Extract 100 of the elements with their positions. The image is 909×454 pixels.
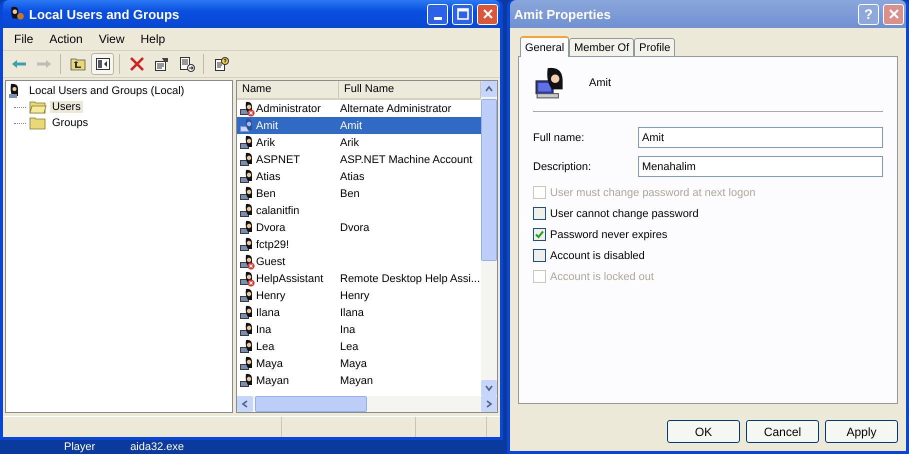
user-name: Atias: [256, 170, 280, 182]
close-icon: [888, 8, 900, 20]
user-icon: [239, 134, 255, 150]
user-name: Lea: [256, 340, 274, 352]
taskbar-label[interactable]: aida32.exe: [130, 441, 184, 453]
user-name: Ina: [256, 324, 272, 336]
menu-item[interactable]: Help: [134, 30, 172, 48]
user-name: Henry: [256, 290, 286, 302]
list-row[interactable]: Ina Ina: [237, 321, 481, 338]
folder-icon: [29, 116, 47, 130]
user-icon: [239, 118, 255, 134]
user-name-label: Amit: [589, 77, 611, 89]
menu-item[interactable]: File: [7, 30, 40, 48]
down-chevron-icon: [485, 384, 493, 392]
menu-item[interactable]: View: [92, 30, 132, 48]
tab[interactable]: Profile: [634, 38, 676, 56]
user-name: Mayan: [256, 374, 290, 386]
full-name: Remote Desktop Help Assi...: [340, 272, 480, 284]
tree-item[interactable]: Users: [50, 101, 83, 113]
dialog-button[interactable]: Apply: [825, 420, 898, 443]
text-field[interactable]: Menahalim: [638, 156, 883, 177]
user-icon: [239, 322, 255, 338]
maximize-icon: [456, 8, 468, 20]
list-row[interactable]: Arik Arik: [237, 134, 481, 151]
full-name: Dvora: [340, 222, 370, 234]
list-row[interactable]: Dvora Dvora: [237, 219, 481, 236]
close-icon: [482, 8, 494, 20]
tab[interactable]: Member Of: [569, 38, 634, 56]
text-field[interactable]: Amit: [638, 127, 883, 148]
list-row[interactable]: Mayan Mayan: [237, 372, 481, 389]
vertical-scrollbar[interactable]: [481, 81, 497, 396]
field-label: Full name:: [533, 132, 586, 144]
user-name: ASPNET: [256, 154, 300, 166]
dialog-button[interactable]: OK: [667, 420, 740, 443]
list-row[interactable]: Ilana Ilana: [237, 304, 481, 321]
scroll-thumb[interactable]: [255, 396, 367, 412]
tree-item[interactable]: Local Users and Groups (Local): [27, 85, 186, 97]
list-row[interactable]: Atias Atias: [237, 168, 481, 185]
list-row[interactable]: Lea Lea: [237, 338, 481, 355]
user-name: Dvora: [256, 222, 286, 234]
list-row[interactable]: Ben Ben: [237, 185, 481, 202]
minimize-button[interactable]: [427, 4, 448, 24]
full-name: Arik: [340, 136, 359, 148]
scroll-down-button[interactable]: [481, 380, 497, 396]
user-icon: [239, 356, 255, 372]
list-row[interactable]: ASPNET ASP.NET Machine Account: [237, 151, 481, 168]
tree-item[interactable]: Groups: [50, 117, 90, 129]
checkbox-label: Account is disabled: [550, 250, 645, 262]
close-button[interactable]: [477, 4, 498, 24]
check-icon: [534, 229, 545, 240]
checkbox-label: Password never expires: [550, 228, 668, 240]
tab[interactable]: General: [520, 36, 570, 57]
scroll-thumb[interactable]: [481, 99, 497, 261]
export-list-icon: [178, 56, 194, 72]
toolbar-button[interactable]: [91, 53, 114, 75]
user-icon: [239, 372, 255, 388]
dialog-button[interactable]: Cancel: [746, 420, 819, 443]
field-label: Description:: [533, 160, 592, 172]
list-row[interactable]: calanitfin: [237, 202, 481, 219]
list-row[interactable]: Maya Maya: [237, 355, 481, 372]
delete-icon: [128, 56, 144, 72]
list-row[interactable]: Henry Henry: [237, 287, 481, 304]
user-icon: [239, 236, 255, 252]
full-name: Alternate Administrator: [340, 102, 452, 114]
full-name: Lea: [340, 340, 358, 352]
scroll-left-button[interactable]: [237, 396, 253, 412]
minimize-icon: [434, 16, 442, 20]
left-chevron-icon: [241, 400, 249, 408]
column-header[interactable]: Name: [237, 81, 339, 98]
close-button[interactable]: [883, 4, 904, 24]
user-icon: [239, 202, 255, 218]
checkbox-label: User cannot change password: [550, 208, 699, 220]
list-row[interactable]: fctp29!: [237, 236, 481, 253]
user-name: Administrator: [256, 102, 321, 114]
scroll-right-button[interactable]: [481, 396, 497, 412]
user-name: fctp29!: [256, 238, 290, 250]
user-icon: [239, 168, 255, 184]
checkbox-label: User must change password at next logon: [550, 186, 756, 198]
user-icon: [239, 338, 255, 354]
checkbox[interactable]: [533, 207, 546, 220]
user-name: Arik: [256, 136, 275, 148]
disabled-user-icon: [239, 100, 255, 116]
user-name: Ben: [256, 188, 276, 200]
taskbar-label[interactable]: Player: [64, 441, 96, 453]
full-name: Amit: [340, 120, 362, 132]
user-icon: [239, 304, 255, 320]
full-name: Ina: [340, 324, 356, 336]
dialog-title: Amit Properties: [514, 6, 611, 22]
scroll-up-button[interactable]: [481, 81, 497, 97]
checkbox[interactable]: [533, 228, 546, 241]
full-name: Ben: [340, 188, 360, 200]
checkbox[interactable]: [533, 249, 546, 262]
horizontal-scrollbar[interactable]: [237, 396, 497, 412]
window-title: Local Users and Groups: [29, 6, 180, 22]
maximize-button[interactable]: [452, 4, 473, 24]
menu-item[interactable]: Action: [42, 30, 90, 48]
list-row[interactable]: Amit Amit: [237, 117, 481, 134]
up-chevron-icon: [485, 85, 493, 93]
full-name: ASP.NET Machine Account: [340, 154, 472, 166]
full-name: Mayan: [340, 374, 374, 386]
